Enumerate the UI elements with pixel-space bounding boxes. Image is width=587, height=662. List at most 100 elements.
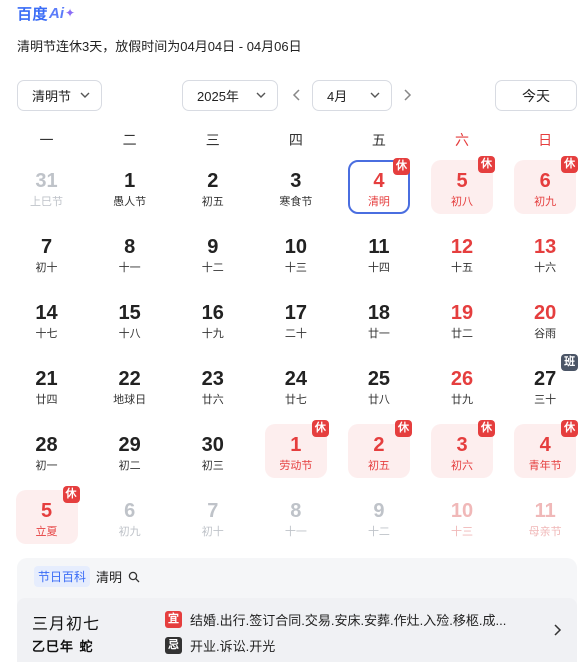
day-lunar-label: 初二 (118, 460, 141, 472)
day-lunar-label: 十四 (367, 262, 390, 274)
calendar-day-cell[interactable]: 4 青年节 休 (514, 420, 579, 478)
calendar-day-cell[interactable]: 30 初三 (182, 424, 244, 478)
calendar-day-cell[interactable]: 24 廿七 (265, 358, 327, 412)
day-lunar-label: 十七 (35, 328, 58, 340)
calendar-day-cell[interactable]: 26 廿九 (431, 358, 493, 412)
day-number: 1 (290, 434, 302, 456)
day-lunar-label: 十三 (284, 262, 307, 274)
day-number: 27 (534, 368, 557, 390)
rest-day-badge: 休 (394, 420, 412, 437)
calendar-day-cell[interactable]: 25 廿八 (348, 358, 410, 412)
search-icon[interactable] (128, 571, 140, 583)
day-number: 9 (373, 500, 385, 522)
calendar-day-cell[interactable]: 12 十五 (431, 226, 493, 280)
calendar-day-cell[interactable]: 1 愚人节 (99, 160, 161, 214)
calendar-day-cell[interactable]: 19 廿二 (431, 292, 493, 346)
day-lunar-label: 初六 (451, 460, 474, 472)
chevron-down-icon (256, 92, 266, 98)
weekday-label: 三 (205, 132, 220, 148)
day-lunar-label: 初十 (201, 526, 224, 538)
calendar-day-cell[interactable]: 7 初十 (16, 226, 78, 280)
calendar-day-cell[interactable]: 16 十九 (182, 292, 244, 346)
day-lunar-label: 廿六 (201, 394, 224, 406)
day-number: 11 (368, 236, 390, 258)
day-lunar-label: 谷雨 (534, 328, 557, 340)
calendar-day-cell[interactable]: 17 二十 (265, 292, 327, 346)
day-number: 21 (35, 368, 58, 390)
day-number: 8 (290, 500, 302, 522)
calendar-day-cell[interactable]: 3 初六 休 (431, 420, 496, 478)
weekday-label: 四 (288, 132, 303, 148)
day-number: 18 (367, 302, 391, 324)
month-select[interactable]: 4月 (312, 80, 392, 111)
calendar-day-cell[interactable]: 22 地球日 (99, 358, 161, 412)
calendar-day-cell[interactable]: 29 初二 (99, 424, 161, 478)
day-lunar-label: 初九 (534, 196, 557, 208)
calendar-day-cell[interactable]: 5 立夏 休 (15, 486, 80, 544)
today-button[interactable]: 今天 (495, 80, 577, 111)
day-lunar-label: 地球日 (113, 394, 147, 406)
day-lunar-label: 廿二 (451, 328, 474, 340)
day-number: 30 (201, 434, 224, 456)
day-lunar-label: 十九 (201, 328, 224, 340)
inauspicious-mark: 忌 (165, 637, 182, 654)
chevron-right-icon[interactable] (551, 622, 563, 638)
day-lunar-label: 青年节 (528, 460, 562, 472)
calendar-day-cell[interactable]: 21 廿四 (16, 358, 78, 412)
calendar-day-cell[interactable]: 10 十三 (265, 226, 327, 280)
calendar-day-cell[interactable]: 10 十三 (431, 490, 493, 544)
day-number: 22 (118, 368, 141, 390)
calendar-day-cell[interactable]: 31 上巳节 (16, 160, 78, 214)
calendar-day-cell[interactable]: 11 十四 (348, 226, 410, 280)
day-lunar-label: 初一 (35, 460, 58, 472)
calendar-day-cell[interactable]: 2 初五 休 (347, 420, 412, 478)
almanac-card[interactable]: 三月初七 乙巳年 蛇 宜 结婚.出行.签订合同.交易.安床.安葬.作灶.入殓.移… (17, 598, 577, 662)
day-lunar-label: 二十 (284, 328, 307, 340)
brand-name: 百度 (17, 5, 49, 23)
holiday-select[interactable]: 清明节 (17, 80, 102, 111)
day-number: 6 (539, 170, 551, 192)
day-lunar-label: 十一 (284, 526, 307, 538)
calendar-day-cell[interactable]: 7 初十 (182, 490, 244, 544)
rest-day-badge: 休 (392, 158, 410, 175)
calendar-day-cell[interactable]: 20 谷雨 (514, 292, 576, 346)
calendar-day-cell[interactable]: 27 三十 班 (514, 354, 579, 412)
calendar-day-cell[interactable]: 14 十七 (16, 292, 78, 346)
day-number: 10 (450, 500, 474, 522)
calendar-day-cell[interactable]: 6 初九 休 (514, 156, 579, 214)
day-lunar-label: 十六 (534, 262, 557, 274)
calendar-day-cell[interactable]: 23 廿六 (182, 358, 244, 412)
calendar-day-cell[interactable]: 2 初五 (182, 160, 244, 214)
next-month-icon[interactable] (400, 87, 414, 103)
day-number: 4 (539, 434, 551, 456)
prev-month-icon[interactable] (290, 87, 304, 103)
calendar-day-cell[interactable]: 3 寒食节 (265, 160, 327, 214)
calendar-day-cell[interactable]: 1 劳动节 休 (264, 420, 329, 478)
calendar-day-cell[interactable]: 15 十八 (99, 292, 161, 346)
rest-day-badge: 休 (62, 486, 80, 503)
calendar-day-cell[interactable]: 9 十二 (182, 226, 244, 280)
day-detail-panel: 节日百科 清明 三月初七 乙巳年 蛇 宜 结婚.出行.签订合同.交易.安床.安葬… (17, 558, 577, 662)
day-number: 19 (450, 302, 474, 324)
calendar-day-cell[interactable]: 11 母亲节 (514, 490, 576, 544)
festival-encyclopedia-tag[interactable]: 节日百科 (34, 566, 91, 587)
year-select[interactable]: 2025年 (182, 80, 278, 111)
calendar-day-cell[interactable]: 6 初九 (99, 490, 161, 544)
festival-keyword[interactable]: 清明 (96, 567, 122, 586)
calendar-day-cell[interactable]: 13 十六 (514, 226, 576, 280)
day-number: 2 (207, 170, 219, 192)
calendar-day-cell[interactable]: 28 初一 (16, 424, 78, 478)
auspicious-row: 宜 结婚.出行.签订合同.交易.安床.安葬.作灶.入殓.移柩.成... (165, 610, 536, 629)
baidu-ai-logo[interactable]: 百度 Ai ✦ (17, 4, 75, 23)
day-number: 8 (124, 236, 136, 258)
calendar-day-cell[interactable]: 8 十一 (265, 490, 327, 544)
calendar-day-cell[interactable]: 18 廿一 (348, 292, 410, 346)
calendar-day-cell[interactable]: 9 十二 (348, 490, 410, 544)
calendar-day-cell[interactable]: 5 初八 休 (431, 156, 496, 214)
day-lunar-label: 十一 (118, 262, 141, 274)
auspicious-mark: 宜 (165, 611, 182, 628)
weekday-label: 五 (371, 132, 386, 148)
calendar-day-cell[interactable]: 4 清明休 (347, 158, 410, 214)
calendar-day-cell[interactable]: 8 十一 (99, 226, 161, 280)
day-lunar-label: 廿七 (284, 394, 307, 406)
